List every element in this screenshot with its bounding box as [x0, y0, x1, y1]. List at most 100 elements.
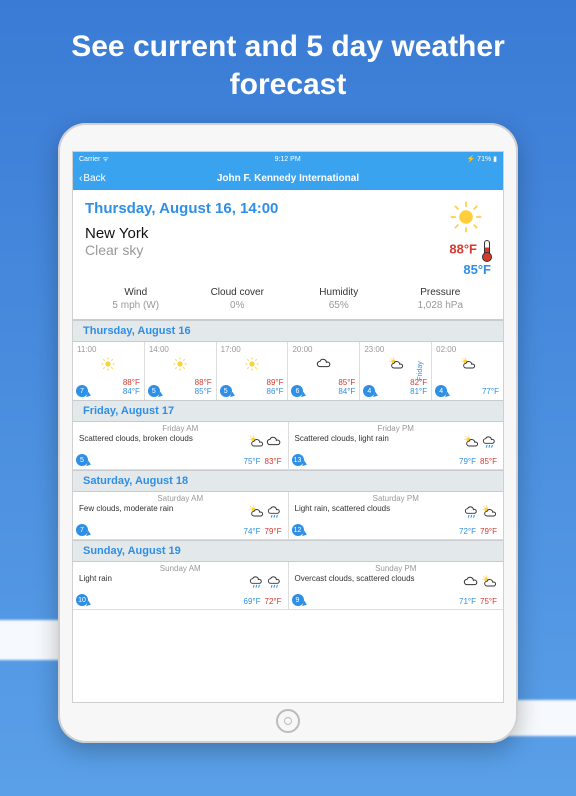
half-day-cell[interactable]: Friday AMScattered clouds, broken clouds… — [73, 422, 289, 470]
current-conditions: Thursday, August 16, 14:00 New York Clea… — [73, 190, 503, 320]
hourly-row: 11:00 7 88°F84°F 14:00 5 88°F85°F 17:00 5 89°F86… — [73, 342, 503, 400]
metric-cell: Cloud cover 0% — [187, 287, 289, 311]
app-screen: Carrier ᯤ 9:12 PM ⚡ 71% ▮ ‹ Back John F.… — [72, 151, 504, 703]
wind-badge: 10 — [76, 594, 88, 606]
wind-badge: 7 — [76, 385, 88, 397]
hour-time: 17:00 — [221, 345, 284, 354]
rain-icon — [481, 434, 497, 450]
hour-cell[interactable]: 02:00477°F — [432, 342, 503, 400]
wind-badge: 5 — [76, 454, 88, 466]
cloud-sun-icon — [481, 504, 497, 520]
metric-value: 0% — [187, 300, 289, 311]
hour-cell[interactable]: 23:00 4 82°F81°FFriday — [360, 342, 432, 400]
metric-label: Cloud cover — [187, 287, 289, 298]
current-condition: Clear sky — [85, 242, 278, 258]
cloud-sun-icon — [248, 504, 264, 520]
hour-time: 20:00 — [292, 345, 355, 354]
sun-icon — [77, 356, 140, 372]
sun-icon — [221, 356, 284, 372]
hour-time: 23:00 — [364, 345, 427, 354]
sun-icon — [449, 200, 483, 234]
wind-badge: 7 — [76, 524, 88, 536]
wind-badge: 9 — [292, 594, 304, 606]
hour-cell[interactable]: 11:00 7 88°F84°F — [73, 342, 145, 400]
cloud-sun-icon — [481, 574, 497, 590]
day-header: Friday, August 17 — [73, 400, 503, 422]
cloud-icon — [463, 574, 479, 590]
metric-cell: Pressure 1,028 hPa — [390, 287, 492, 311]
hour-temps: 88°F84°F — [123, 379, 140, 397]
sun-icon — [149, 356, 212, 372]
status-carrier: Carrier ᯤ — [79, 155, 109, 164]
metric-value: 1,028 hPa — [390, 300, 492, 311]
half-day-row: Sunday AMLight rain1069°F72°FSunday PMOv… — [73, 562, 503, 610]
metric-label: Humidity — [288, 287, 390, 298]
current-city: New York — [85, 225, 278, 242]
metric-cell: Wind 5 mph (W) — [85, 287, 187, 311]
hour-temps: 88°F85°F — [195, 379, 212, 397]
status-time: 9:12 PM — [275, 156, 301, 163]
cloud-icon — [266, 434, 282, 450]
status-battery: ⚡ 71% ▮ — [467, 155, 497, 163]
half-day-row: Friday AMScattered clouds, broken clouds… — [73, 422, 503, 470]
half-day-cell[interactable]: Sunday AMLight rain1069°F72°F — [73, 562, 289, 610]
period-label: Sunday PM — [295, 564, 498, 573]
hour-cell[interactable]: 14:00 5 88°F85°F — [145, 342, 217, 400]
metric-label: Pressure — [390, 287, 492, 298]
home-button[interactable] — [276, 709, 300, 733]
hour-temps: 77°F — [482, 388, 499, 397]
cloud-sun-icon — [436, 356, 499, 372]
period-label: Saturday AM — [79, 494, 282, 503]
rain-icon — [248, 574, 264, 590]
half-day-cell[interactable]: Friday PMScattered clouds, light rain137… — [289, 422, 504, 470]
day-divider-label: Friday — [417, 361, 424, 380]
current-datetime: Thursday, August 16, 14:00 — [85, 200, 278, 217]
current-temp-lo: 85°F — [449, 262, 491, 277]
rain-icon — [463, 504, 479, 520]
metric-label: Wind — [85, 287, 187, 298]
period-label: Friday PM — [295, 424, 498, 433]
status-bar: Carrier ᯤ 9:12 PM ⚡ 71% ▮ — [73, 152, 503, 166]
metric-cell: Humidity 65% — [288, 287, 390, 311]
wind-badge: 5 — [220, 385, 232, 397]
hour-cell[interactable]: 17:00 5 89°F86°F — [217, 342, 289, 400]
thermometer-icon — [481, 240, 491, 262]
cloud-icon — [292, 356, 355, 372]
wind-badge: 12 — [292, 524, 304, 536]
cloud-sun-icon — [463, 434, 479, 450]
day-header: Saturday, August 18 — [73, 470, 503, 492]
metric-value: 5 mph (W) — [85, 300, 187, 311]
hour-temps: 85°F84°F — [338, 379, 355, 397]
half-day-cell[interactable]: Saturday AMFew clouds, moderate rain774°… — [73, 492, 289, 540]
period-temps: 75°F83°F — [244, 457, 282, 466]
half-day-cell[interactable]: Saturday PMLight rain, scattered clouds1… — [289, 492, 504, 540]
hour-temps: 89°F86°F — [267, 379, 284, 397]
promo-headline: See current and 5 day weather forecast — [20, 28, 556, 103]
day-header: Sunday, August 19 — [73, 540, 503, 562]
wind-badge: 4 — [435, 385, 447, 397]
period-temps: 72°F79°F — [459, 527, 497, 536]
nav-bar: ‹ Back John F. Kennedy International — [73, 166, 503, 190]
half-day-row: Saturday AMFew clouds, moderate rain774°… — [73, 492, 503, 540]
hour-time: 14:00 — [149, 345, 212, 354]
period-temps: 69°F72°F — [244, 597, 282, 606]
device-frame: Carrier ᯤ 9:12 PM ⚡ 71% ▮ ‹ Back John F.… — [58, 123, 518, 743]
hour-time: 11:00 — [77, 345, 140, 354]
wind-badge: 13 — [292, 454, 304, 466]
period-label: Sunday AM — [79, 564, 282, 573]
hour-temps: 82°F81°F — [410, 379, 427, 397]
wind-badge: 4 — [363, 385, 375, 397]
period-label: Saturday PM — [295, 494, 498, 503]
period-temps: 71°F75°F — [459, 597, 497, 606]
cloud-sun-icon — [248, 434, 264, 450]
rain-icon — [266, 504, 282, 520]
rain-icon — [266, 574, 282, 590]
wind-badge: 5 — [148, 385, 160, 397]
current-temp-hi: 88°F — [449, 242, 477, 257]
metric-value: 65% — [288, 300, 390, 311]
half-day-cell[interactable]: Sunday PMOvercast clouds, scattered clou… — [289, 562, 504, 610]
hour-cell[interactable]: 20:00 6 85°F84°F — [288, 342, 360, 400]
period-label: Friday AM — [79, 424, 282, 433]
wind-badge: 6 — [291, 385, 303, 397]
hourly-header: Thursday, August 16 — [73, 320, 503, 342]
